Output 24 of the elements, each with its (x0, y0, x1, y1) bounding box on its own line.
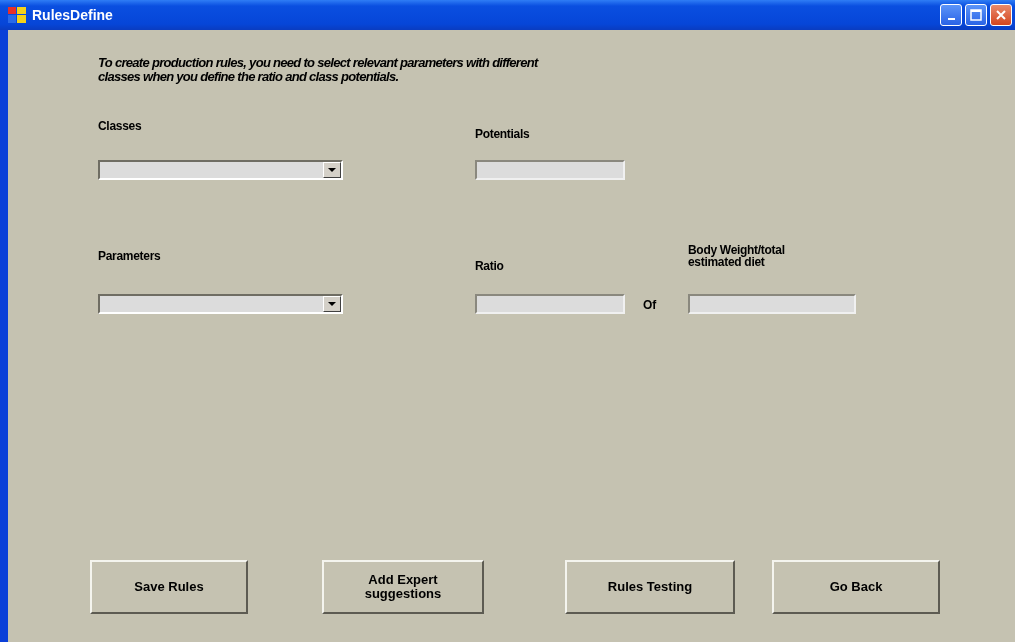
action-button[interactable]: Save Rules (90, 560, 248, 614)
maximize-icon (970, 9, 982, 21)
action-button[interactable]: Add Expert suggestions (322, 560, 484, 614)
input-field[interactable] (688, 294, 856, 314)
field-label: Potentials (475, 128, 531, 140)
action-button[interactable]: Rules Testing (565, 560, 735, 614)
field-label: Body Weight/total estimated diet (688, 244, 786, 268)
connector-label: Of (643, 298, 658, 312)
window-title: RulesDefine (32, 7, 114, 23)
field-label: Ratio (475, 260, 505, 272)
action-button[interactable]: Go Back (772, 560, 940, 614)
minimize-button[interactable] (940, 4, 962, 26)
minimize-icon (947, 18, 955, 20)
field-label: Classes (98, 120, 143, 132)
dropdown[interactable] (98, 160, 343, 180)
input-field[interactable] (475, 160, 625, 180)
instruction-text: To create production rules, you need to select relevant parameters with different classes when you define the ratio and class potentials. (98, 56, 540, 84)
close-button[interactable] (990, 4, 1012, 26)
input-field[interactable] (475, 294, 625, 314)
field-label: Parameters (98, 250, 162, 262)
maximize-button[interactable] (965, 4, 987, 26)
dropdown[interactable] (98, 294, 343, 314)
close-icon (995, 9, 1007, 21)
app-icon (8, 7, 26, 23)
